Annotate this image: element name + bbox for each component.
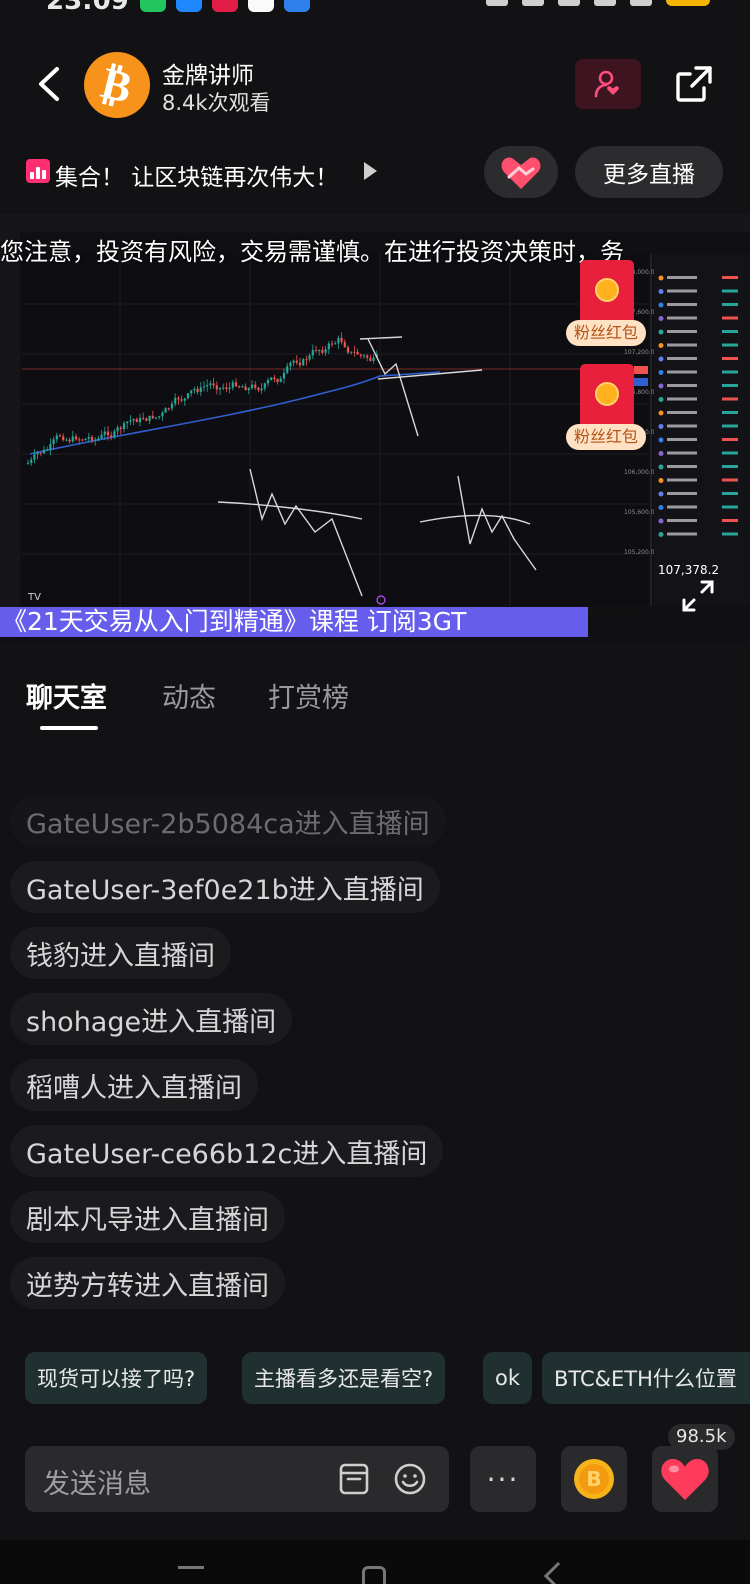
app-icon — [176, 0, 202, 12]
topic-bar: 集合！ 让区块链再次伟大！ 更多直播 — [0, 146, 750, 200]
quick-reply-chip[interactable]: ok — [483, 1352, 533, 1404]
emoji-button[interactable] — [393, 1462, 427, 1496]
card-button[interactable] — [337, 1462, 371, 1496]
share-button[interactable] — [672, 62, 716, 106]
back-nav-icon[interactable] — [543, 1561, 573, 1584]
host-name[interactable]: 金牌讲师 — [162, 56, 254, 90]
fan-red-packet[interactable]: 粉丝红包 — [566, 364, 646, 456]
like-count: 98.5k — [668, 1424, 735, 1450]
active-tab-indicator — [40, 726, 98, 730]
wifi-icon — [558, 0, 580, 6]
wechat-icon — [140, 0, 166, 12]
message-placeholder: 发送消息 — [43, 1469, 151, 1500]
status-bar: 23:09 59 — [0, 0, 750, 20]
course-promo-banner[interactable]: 《21天交易从入门到精通》课程 订阅3GT — [0, 607, 588, 637]
bitcoin-icon: ₿ — [96, 56, 138, 114]
fan-red-packet[interactable]: 粉丝红包 — [566, 260, 646, 352]
live-bars-icon — [26, 159, 50, 183]
home-nav-icon[interactable] — [362, 1566, 386, 1584]
list-item: GateUser-ce66b12c进入直播间 — [10, 1125, 444, 1177]
system-nav-bar — [0, 1540, 750, 1584]
more-dots-icon: ··· — [486, 1462, 520, 1496]
quick-reply-chip[interactable]: 现货可以接了吗? — [25, 1352, 208, 1404]
follow-button[interactable] — [575, 59, 641, 109]
quick-reply-chip[interactable]: 主播看多还是看空? — [242, 1352, 446, 1404]
list-item: 钱豹进入直播间 — [10, 927, 231, 979]
follow-heart-icon — [594, 70, 619, 98]
tab-chat-room[interactable]: 聊天室 — [26, 676, 107, 715]
more-live-button[interactable]: 更多直播 — [575, 146, 723, 198]
heart-hand-icon — [501, 157, 541, 189]
message-input[interactable]: 发送消息 — [25, 1446, 449, 1512]
list-item: 逆势方转进入直播间 — [10, 1257, 285, 1309]
emoji-icon — [394, 1463, 426, 1495]
gift-coin-button[interactable]: B — [561, 1446, 627, 1512]
svg-text:TV: TV — [27, 592, 41, 603]
host-avatar[interactable]: ₿ — [84, 52, 150, 118]
quick-reply-chip[interactable]: BTC&ETH什么位置 — [542, 1352, 750, 1404]
more-options-button[interactable]: ··· — [470, 1446, 536, 1512]
svg-text:105,200.0: 105,200.0 — [624, 549, 655, 556]
app-icon — [284, 0, 310, 12]
content-tabs: 聊天室 动态 打赏榜 — [0, 672, 750, 736]
risk-marquee: 您注意，投资有风险，交易需谨慎。在进行投资决策时，务 — [0, 238, 624, 266]
heart-icon — [661, 1458, 709, 1500]
app-icon — [212, 0, 238, 12]
share-icon — [676, 66, 712, 102]
bitcoin-coin-icon: B — [574, 1459, 614, 1499]
list-item: shohage进入直播间 — [10, 993, 293, 1045]
card-icon — [339, 1463, 369, 1495]
list-item: GateUser-2b5084ca进入直播间 — [10, 795, 446, 847]
signal-icon — [594, 0, 616, 6]
list-item: 剧本凡导进入直播间 — [10, 1191, 285, 1243]
svg-text:B: B — [586, 1467, 601, 1491]
fullscreen-button[interactable] — [680, 578, 716, 614]
battery-icon: 59 — [666, 0, 710, 6]
chevron-left-icon — [39, 67, 59, 101]
like-button[interactable] — [652, 1446, 718, 1512]
bluetooth-icon — [522, 0, 544, 6]
tab-activity[interactable]: 动态 — [162, 676, 216, 715]
red-packet-label: 粉丝红包 — [566, 320, 646, 346]
red-packet-label: 粉丝红包 — [566, 424, 646, 450]
back-button[interactable] — [28, 62, 68, 106]
svg-text:105,600.0: 105,600.0 — [624, 509, 655, 516]
coin-icon — [595, 278, 619, 302]
notification-icons — [140, 0, 310, 12]
list-item: 稻嘈人进入直播间 — [10, 1059, 258, 1111]
menu-nav-icon[interactable] — [178, 1566, 204, 1569]
play-icon[interactable] — [364, 162, 377, 180]
system-icons: 59 — [486, 0, 710, 6]
price-readout: 107,378.2 — [658, 563, 719, 577]
fullscreen-icon — [682, 580, 714, 612]
tab-tip-ranking[interactable]: 打赏榜 — [268, 676, 349, 715]
coin-icon — [595, 382, 619, 406]
list-item: GateUser-3ef0e21b进入直播间 — [10, 861, 440, 913]
live-topic[interactable]: 集合！ 让区块链再次伟大！ — [55, 158, 338, 192]
signal-icon — [630, 0, 652, 6]
alarm-icon — [486, 0, 508, 6]
app-icon — [248, 0, 274, 12]
status-time: 23:09 — [46, 0, 129, 16]
live-video[interactable]: 108,000.0 107,600.0 107,200.0 106,800.0 10… — [0, 214, 750, 642]
svg-text:106,000.0: 106,000.0 — [624, 469, 655, 476]
support-button[interactable] — [484, 146, 558, 198]
viewer-count: 8.4k次观看 — [162, 91, 271, 115]
live-header: ₿ 金牌讲师 8.4k次观看 — [0, 40, 750, 130]
